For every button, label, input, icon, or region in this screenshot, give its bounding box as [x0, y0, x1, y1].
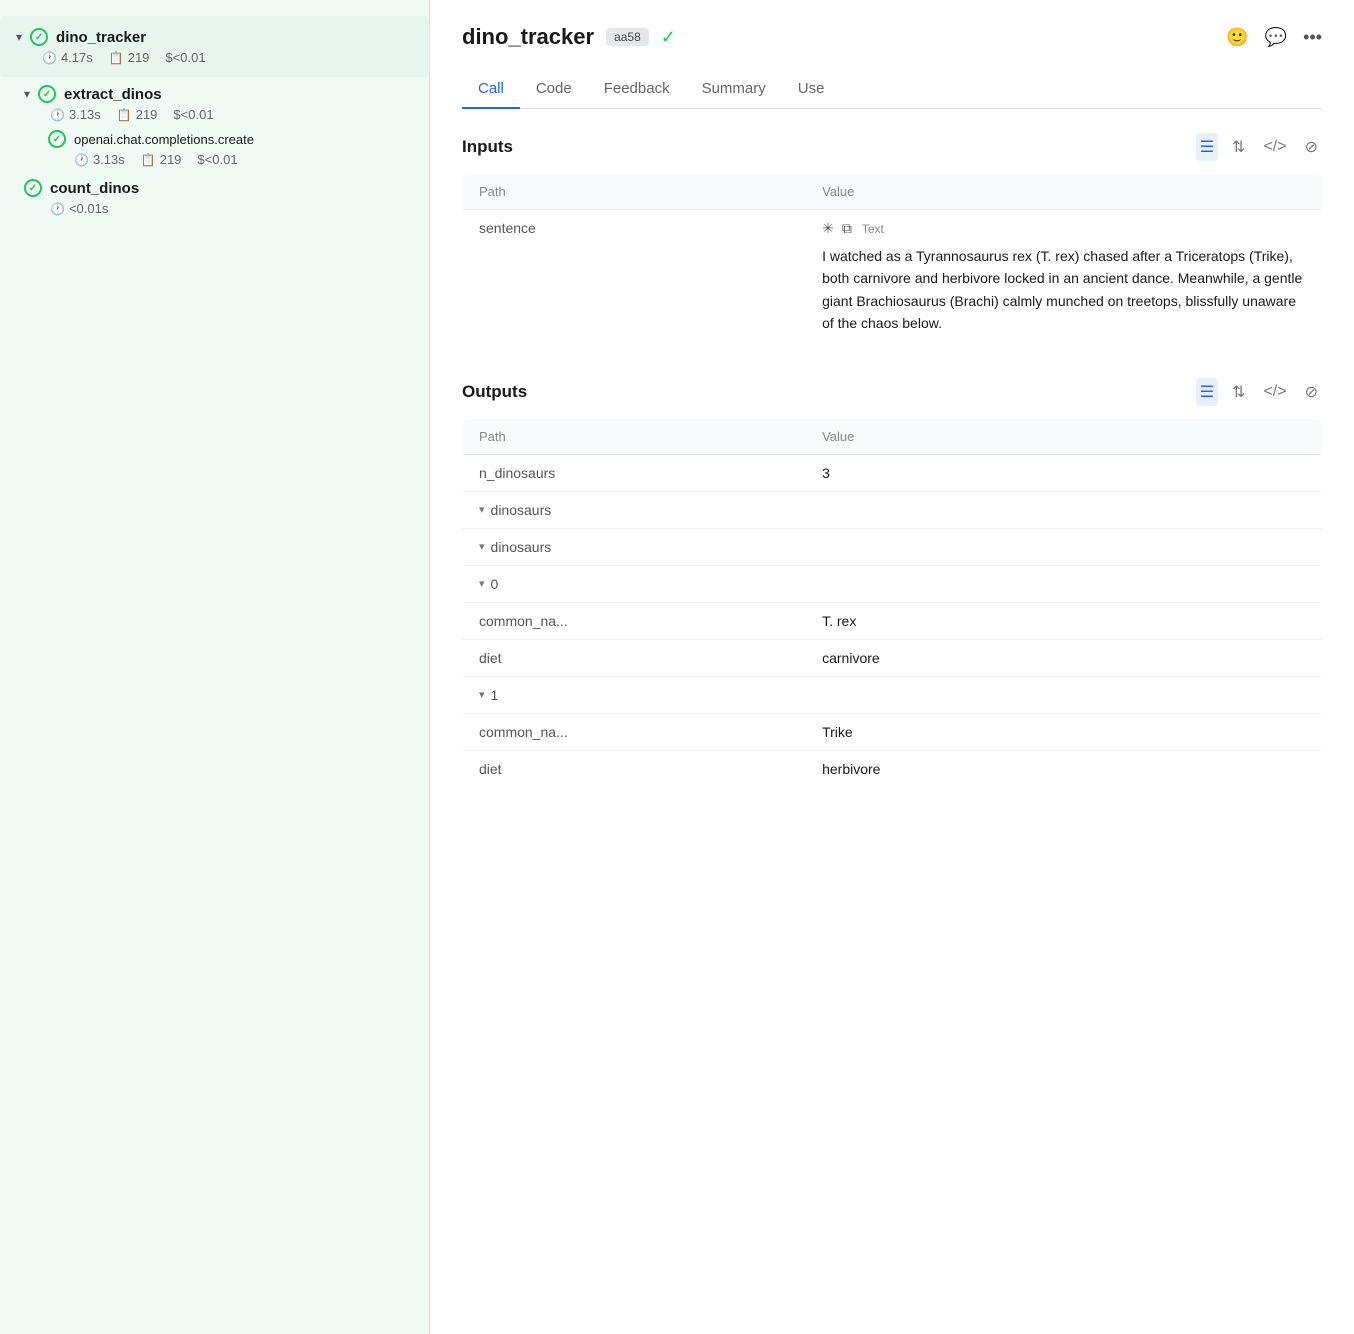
- output-path: ▾ dinosaurs: [463, 528, 807, 565]
- list-icon[interactable]: ☰: [1196, 378, 1218, 406]
- table-row: ▾ dinosaurs: [463, 491, 1322, 528]
- sidebar-item-label: dino_tracker: [56, 29, 146, 46]
- sidebar-item-label: extract_dinos: [64, 86, 162, 103]
- outputs-title: Outputs: [462, 382, 527, 402]
- output-path: ▾ 1: [463, 676, 807, 713]
- table-row: diet herbivore: [463, 750, 1322, 787]
- chevron-down-icon[interactable]: ▾: [479, 688, 485, 701]
- inputs-title: Inputs: [462, 137, 513, 157]
- more-icon[interactable]: •••: [1303, 27, 1322, 48]
- inputs-table: Path Value sentence ✳ ⧉ Text: [462, 173, 1322, 346]
- table-row: common_na... T. rex: [463, 602, 1322, 639]
- outputs-path-header: Path: [463, 418, 807, 454]
- clock-icon: 🕐: [50, 108, 65, 122]
- inputs-path-header: Path: [463, 174, 807, 210]
- hide-icon[interactable]: ⊘: [1301, 378, 1322, 406]
- output-value: [806, 528, 1321, 565]
- output-value: [806, 565, 1321, 602]
- chevron-down-icon[interactable]: ▾: [24, 87, 30, 101]
- output-value: carnivore: [806, 639, 1321, 676]
- chevron-down-icon[interactable]: ▾: [479, 577, 485, 590]
- tab-call[interactable]: Call: [462, 70, 520, 109]
- table-row: common_na... Trike: [463, 713, 1322, 750]
- output-value: [806, 491, 1321, 528]
- status-icon: [38, 85, 56, 103]
- tokens-icon: 📋: [117, 108, 132, 122]
- output-path: common_na...: [463, 713, 807, 750]
- page-title: dino_tracker: [462, 24, 594, 50]
- status-icon: [30, 28, 48, 46]
- output-value: 3: [806, 454, 1321, 491]
- table-row: diet carnivore: [463, 639, 1322, 676]
- input-text-content: I watched as a Tyrannosaurus rex (T. rex…: [822, 245, 1305, 335]
- tabs: Call Code Feedback Summary Use: [462, 70, 1322, 109]
- code-icon[interactable]: </>: [1259, 379, 1290, 405]
- type-badge: Text: [862, 222, 884, 236]
- tab-use[interactable]: Use: [782, 70, 841, 109]
- output-value: T. rex: [806, 602, 1321, 639]
- clock-icon: 🕐: [74, 153, 89, 167]
- sidebar-item-label: count_dinos: [50, 180, 139, 197]
- inputs-value-header: Value: [806, 174, 1321, 210]
- output-path: ▾ 0: [463, 565, 807, 602]
- input-path-sentence: sentence: [463, 210, 807, 346]
- chevron-down-icon[interactable]: ▾: [479, 503, 485, 516]
- snowflake-icon: ✳: [822, 220, 834, 237]
- sidebar-item-extract-dinos[interactable]: ▾ extract_dinos 🕐 3.13s 📋 219 $<0.01: [24, 85, 429, 122]
- table-row: n_dinosaurs 3: [463, 454, 1322, 491]
- output-value: Trike: [806, 713, 1321, 750]
- sidebar-item-label: openai.chat.completions.create: [74, 132, 254, 147]
- output-path: n_dinosaurs: [463, 454, 807, 491]
- input-value-sentence: ✳ ⧉ Text I watched as a Tyrannosaurus re…: [806, 210, 1321, 346]
- main-content: dino_tracker aa58 ✓ 🙂 💬 ••• Call Code Fe…: [430, 0, 1354, 1334]
- clock-icon: 🕐: [42, 51, 57, 65]
- table-row: ▾ dinosaurs: [463, 528, 1322, 565]
- sidebar-item-count-dinos[interactable]: count_dinos 🕐 <0.01s: [24, 179, 429, 216]
- header-icons: 🙂 💬 •••: [1226, 27, 1322, 48]
- chevron-down-icon[interactable]: ▾: [479, 540, 485, 553]
- hide-icon[interactable]: ⊘: [1301, 133, 1322, 161]
- status-icon: [24, 179, 42, 197]
- chevron-down-icon[interactable]: ▾: [16, 30, 22, 44]
- emoji-icon[interactable]: 🙂: [1226, 27, 1248, 48]
- list-icon[interactable]: ☰: [1196, 133, 1218, 161]
- outputs-section: Outputs ☰ ⇅ </> ⊘ Path Value n_dinosaurs: [462, 378, 1322, 788]
- output-path: ▾ dinosaurs: [463, 491, 807, 528]
- tokens-icon: 📋: [109, 51, 124, 65]
- outputs-value-header: Value: [806, 418, 1321, 454]
- output-path: diet: [463, 639, 807, 676]
- page-header: dino_tracker aa58 ✓ 🙂 💬 •••: [462, 24, 1322, 50]
- outputs-table: Path Value n_dinosaurs 3 ▾: [462, 418, 1322, 788]
- sidebar: ▾ dino_tracker 🕐 4.17s 📋 219 $<0.01 ▾ ex…: [0, 0, 430, 1334]
- tokens-icon: 📋: [141, 153, 156, 167]
- inputs-section: Inputs ☰ ⇅ </> ⊘ Path Value sentence: [462, 133, 1322, 346]
- output-value: [806, 676, 1321, 713]
- table-row: ▾ 1: [463, 676, 1322, 713]
- chat-icon[interactable]: 💬: [1265, 27, 1287, 48]
- output-value: herbivore: [806, 750, 1321, 787]
- output-path: diet: [463, 750, 807, 787]
- tab-code[interactable]: Code: [520, 70, 588, 109]
- run-badge: aa58: [606, 28, 649, 46]
- clock-icon: 🕐: [50, 202, 65, 216]
- status-icon: [48, 130, 66, 148]
- output-path: common_na...: [463, 602, 807, 639]
- sort-icon[interactable]: ⇅: [1228, 133, 1249, 161]
- table-row: sentence ✳ ⧉ Text I watched as a Tyranno…: [463, 210, 1322, 346]
- sidebar-item-dino-tracker[interactable]: ▾ dino_tracker 🕐 4.17s 📋 219 $<0.01: [0, 16, 429, 77]
- copy-icon[interactable]: ⧉: [842, 220, 852, 237]
- sidebar-item-openai[interactable]: openai.chat.completions.create 🕐 3.13s 📋…: [48, 130, 429, 167]
- tab-summary[interactable]: Summary: [686, 70, 782, 109]
- status-success-icon: ✓: [661, 27, 676, 48]
- tab-feedback[interactable]: Feedback: [588, 70, 686, 109]
- sort-icon[interactable]: ⇅: [1228, 378, 1249, 406]
- code-icon[interactable]: </>: [1259, 134, 1290, 160]
- table-row: ▾ 0: [463, 565, 1322, 602]
